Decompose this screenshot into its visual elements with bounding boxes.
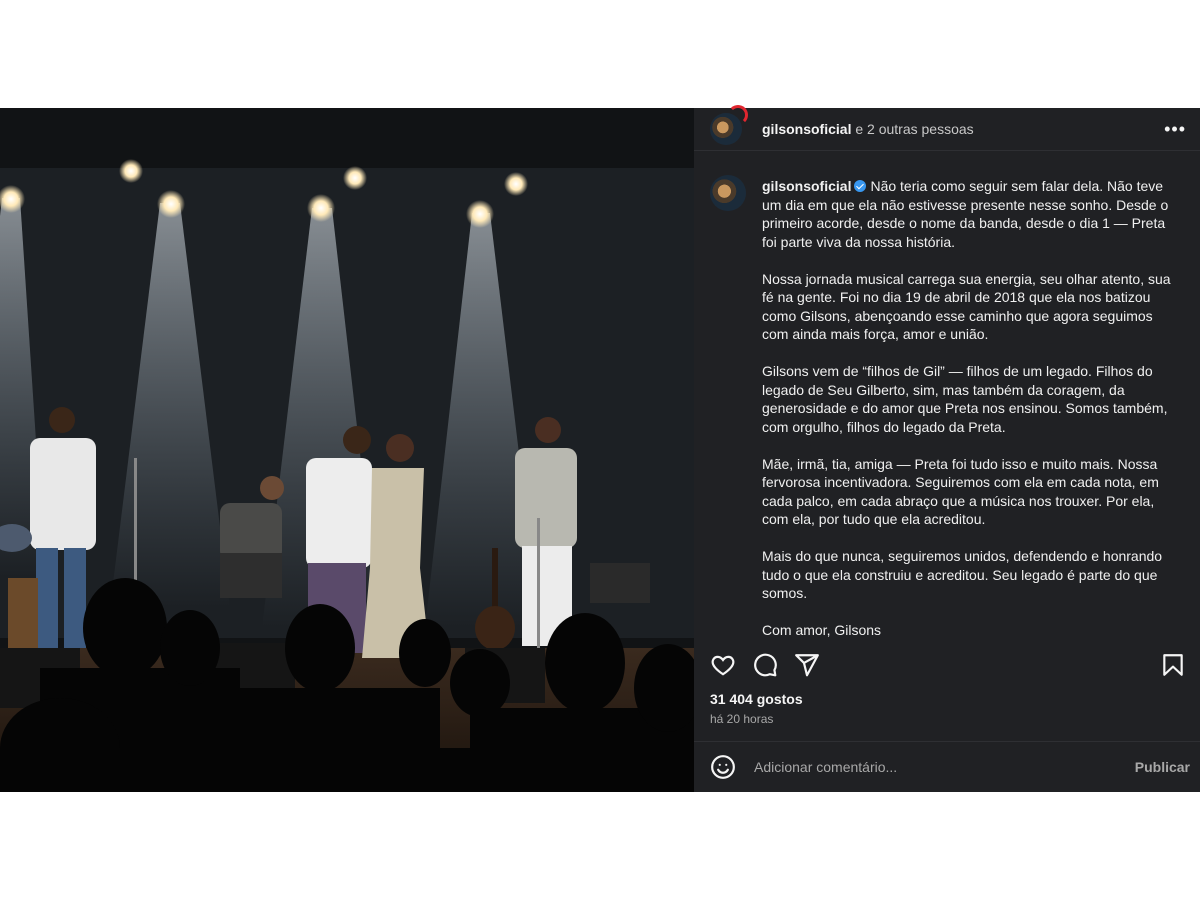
post-header: gilsonsoficial e 2 outras pessoas •••	[694, 105, 1200, 152]
emoji-icon[interactable]	[710, 754, 736, 780]
verified-badge-icon	[854, 180, 867, 193]
post-side-panel: gilsonsoficial e 2 outras pessoas ••• gi…	[694, 105, 1200, 792]
bookmark-icon[interactable]	[1160, 652, 1186, 678]
caption-paragraph: Mãe, irmã, tia, amiga — Preta foi tudo i…	[762, 455, 1159, 528]
avatar[interactable]	[710, 105, 748, 146]
send-icon[interactable]	[794, 652, 820, 678]
caption-paragraph: Mais do que nunca, seguiremos unidos, de…	[762, 548, 1163, 602]
co-authors-text[interactable]: e 2 outras pessoas	[855, 121, 973, 137]
caption-paragraph: Nossa jornada musical carrega sua energi…	[762, 270, 1171, 343]
caption-paragraph: Com amor, Gilsons	[762, 622, 882, 638]
caption-author[interactable]: gilsonsoficial	[762, 178, 851, 194]
concert-stage-photo	[0, 108, 694, 792]
heart-icon[interactable]	[710, 652, 736, 678]
more-options-icon[interactable]: •••	[1164, 120, 1186, 138]
likes-count[interactable]: 31 404 gostos	[694, 691, 1200, 710]
caption-avatar[interactable]	[710, 175, 746, 212]
publish-button[interactable]: Publicar	[1135, 759, 1190, 775]
caption-text: gilsonsoficial Não teria como seguir sem …	[762, 177, 1176, 638]
post-photo[interactable]	[0, 108, 694, 792]
comment-input[interactable]	[752, 758, 1135, 777]
caption-row: gilsonsoficial Não teria como seguir sem …	[710, 175, 1184, 638]
post-timestamp[interactable]: há 20 horas	[694, 712, 1200, 741]
action-bar	[694, 638, 1200, 692]
author-username[interactable]: gilsonsoficial	[762, 121, 851, 137]
comment-icon[interactable]	[752, 652, 778, 678]
add-comment-bar: Publicar	[694, 741, 1200, 792]
caption-paragraph: Gilsons vem de “filhos de Gil” — filhos …	[762, 363, 1168, 435]
instagram-post: gilsonsoficial e 2 outras pessoas ••• gi…	[0, 105, 1200, 792]
comments-section: gilsonsoficial Não teria como seguir sem …	[694, 151, 1200, 638]
post-authors: gilsonsoficial e 2 outras pessoas	[762, 121, 974, 137]
